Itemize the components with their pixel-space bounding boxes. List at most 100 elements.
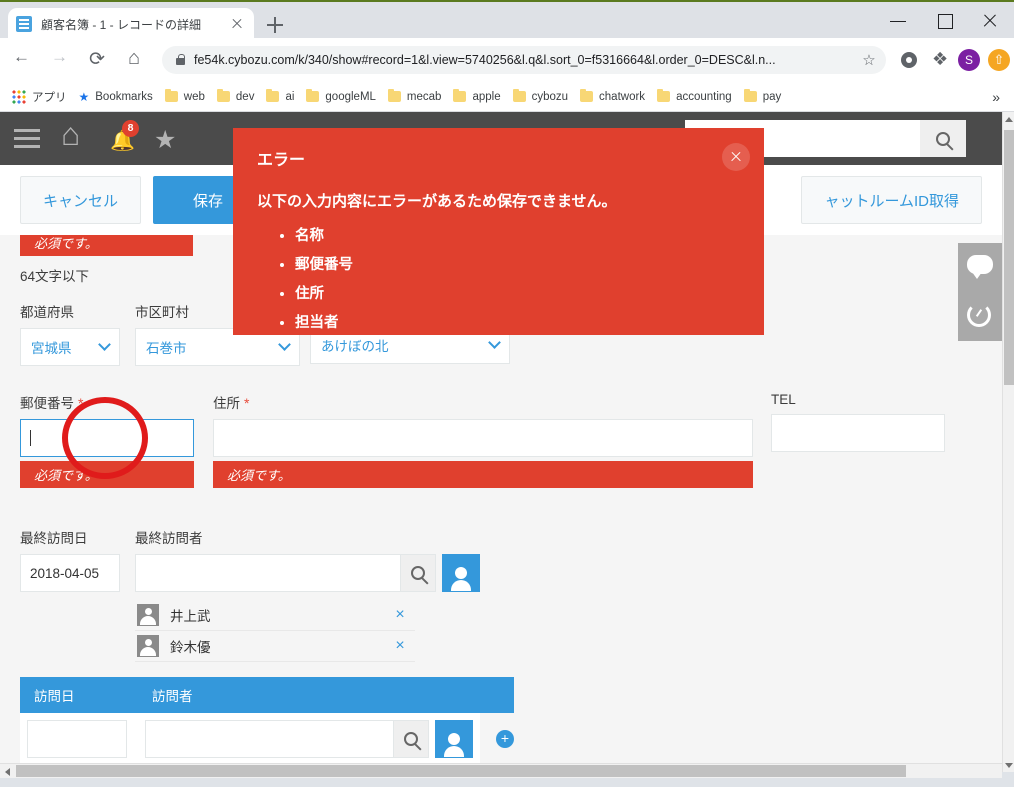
horizontal-scrollbar[interactable] (0, 763, 1002, 778)
remove-person-icon[interactable]: × (385, 606, 415, 624)
last-visitor-search-button[interactable] (400, 554, 436, 592)
error-dialog-list: 名称 郵便番号 住所 担当者 (257, 224, 740, 332)
chat-room-id-button[interactable]: ャットルームID取得 (801, 176, 982, 224)
visitor-search-input[interactable] (145, 720, 393, 758)
bookmark-star-icon[interactable]: ☆ (858, 51, 880, 69)
list-item[interactable]: 井上武 × (135, 600, 415, 631)
visitor-search-button[interactable] (393, 720, 429, 758)
remove-person-icon[interactable]: × (385, 637, 415, 655)
chevron-down-icon (278, 338, 291, 351)
address-bar[interactable]: fe54k.cybozu.com/k/340/show#record=1&l.v… (162, 46, 886, 74)
extensions-puzzle-icon[interactable] (924, 45, 954, 75)
comment-bubble-icon[interactable] (967, 255, 993, 281)
list-item: 担当者 (295, 311, 740, 332)
bookmark-item-mecab[interactable]: mecab (382, 85, 448, 109)
bookmark-item-googleml[interactable]: googleML (300, 85, 382, 109)
cancel-button[interactable]: キャンセル (20, 176, 142, 224)
chevron-down-icon (98, 338, 111, 351)
header-spacer (966, 112, 1002, 165)
folder-icon (743, 88, 757, 102)
tel-label: TEL (771, 392, 796, 407)
horizontal-scroll-thumb[interactable] (16, 765, 906, 777)
maximize-button[interactable] (922, 2, 968, 40)
vertical-scrollbar[interactable] (1002, 112, 1014, 772)
close-icon[interactable] (722, 143, 750, 171)
bookmark-label: accounting (676, 90, 732, 103)
search-icon (936, 131, 950, 146)
browser-tab[interactable]: 顧客名簿 - 1 - レコードの詳細 (8, 8, 254, 40)
hamburger-menu-icon[interactable] (14, 124, 44, 154)
person-icon (451, 567, 471, 591)
bookmark-label: dev (235, 90, 255, 103)
minimize-button[interactable] (876, 2, 922, 40)
error-dialog-message: 以下の入力内容にエラーがあるため保存できません。 (257, 193, 617, 210)
bookmark-item-dev[interactable]: dev (211, 85, 261, 109)
folder-icon (306, 88, 320, 102)
new-tab-button[interactable] (262, 12, 288, 38)
add-table-row-button[interactable]: + (496, 730, 514, 748)
favorite-star-icon[interactable] (152, 124, 182, 155)
required-asterisk: * (78, 395, 84, 411)
chevron-down-icon (488, 336, 501, 349)
bookmark-item-accounting[interactable]: accounting (651, 85, 738, 109)
last-visit-date-input[interactable]: 2018-04-05 (20, 554, 120, 592)
bookmark-item-ai[interactable]: ai (260, 85, 300, 109)
vertical-scroll-thumb[interactable] (1004, 130, 1014, 385)
tab-title: 顧客名簿 - 1 - レコードの詳細 (41, 17, 202, 32)
address-error: 必須です。 (213, 461, 753, 488)
last-visitor-search-input[interactable] (135, 554, 400, 592)
forward-button[interactable] (44, 44, 76, 76)
back-arrow-icon (13, 47, 30, 67)
scroll-down-button[interactable] (1003, 758, 1014, 772)
error-dialog-title: エラー (257, 152, 306, 169)
scroll-up-button[interactable] (1003, 112, 1014, 126)
gear-icon[interactable] (894, 45, 924, 75)
address-input[interactable] (213, 419, 753, 457)
upload-icon[interactable]: ⇧ (984, 45, 1014, 75)
list-item: 住所 (295, 282, 740, 303)
postal-code-label-text: 郵便番号 (20, 396, 74, 411)
back-button[interactable] (6, 44, 38, 76)
column-header-visit-date: 訪問日 (34, 689, 75, 704)
postal-code-input[interactable] (20, 419, 194, 457)
home-icon[interactable] (60, 116, 90, 154)
tel-input[interactable] (771, 414, 945, 452)
visit-table: 訪問日 訪問者 + (20, 677, 514, 765)
postal-code-error: 必須です。 (20, 461, 194, 488)
bookmark-item-bookmarks[interactable]: ★ Bookmarks (73, 85, 159, 109)
notification-bell-icon[interactable]: 8 (106, 119, 139, 154)
bookmarks-overflow-button[interactable]: » (992, 89, 1008, 105)
last-visitor-label: 最終訪問者 (135, 531, 203, 546)
avatar (137, 635, 159, 657)
bookmark-label: ai (285, 90, 295, 103)
history-clock-icon[interactable] (967, 303, 993, 329)
tab-close-icon[interactable] (228, 15, 246, 33)
home-button[interactable] (120, 44, 152, 76)
reload-button[interactable] (82, 44, 114, 76)
bookmark-label: web (183, 90, 205, 103)
town-value: あけぼの北 (321, 339, 389, 354)
list-item[interactable]: 鈴木優 × (135, 631, 415, 662)
last-visitor-add-user-button[interactable] (442, 554, 480, 592)
bookmark-item-chatwork[interactable]: chatwork (574, 85, 651, 109)
bookmark-label: apple (472, 90, 501, 103)
bookmark-item-pay[interactable]: pay (738, 85, 788, 109)
visit-date-input[interactable] (27, 720, 127, 758)
close-window-button[interactable] (968, 2, 1014, 40)
address-label-text: 住所 (213, 396, 240, 411)
app-header-icons: 8 (0, 116, 182, 155)
folder-icon (216, 88, 230, 102)
profile-avatar[interactable]: S (954, 45, 984, 75)
prefecture-select[interactable]: 宮城県 (20, 328, 120, 366)
folder-icon (387, 88, 401, 102)
search-button[interactable] (920, 120, 966, 157)
bookmark-item-apple[interactable]: apple (447, 85, 506, 109)
prefecture-value: 宮城県 (31, 341, 72, 356)
visitor-add-user-button[interactable] (435, 720, 473, 758)
bookmark-item-web[interactable]: web (159, 85, 211, 109)
bookmark-item-apps[interactable]: アプリ (6, 85, 73, 109)
lock-icon (176, 53, 185, 65)
bookmark-label: アプリ (32, 91, 67, 104)
scroll-left-button[interactable] (0, 764, 15, 778)
bookmark-item-cybozu[interactable]: cybozu (507, 85, 574, 109)
